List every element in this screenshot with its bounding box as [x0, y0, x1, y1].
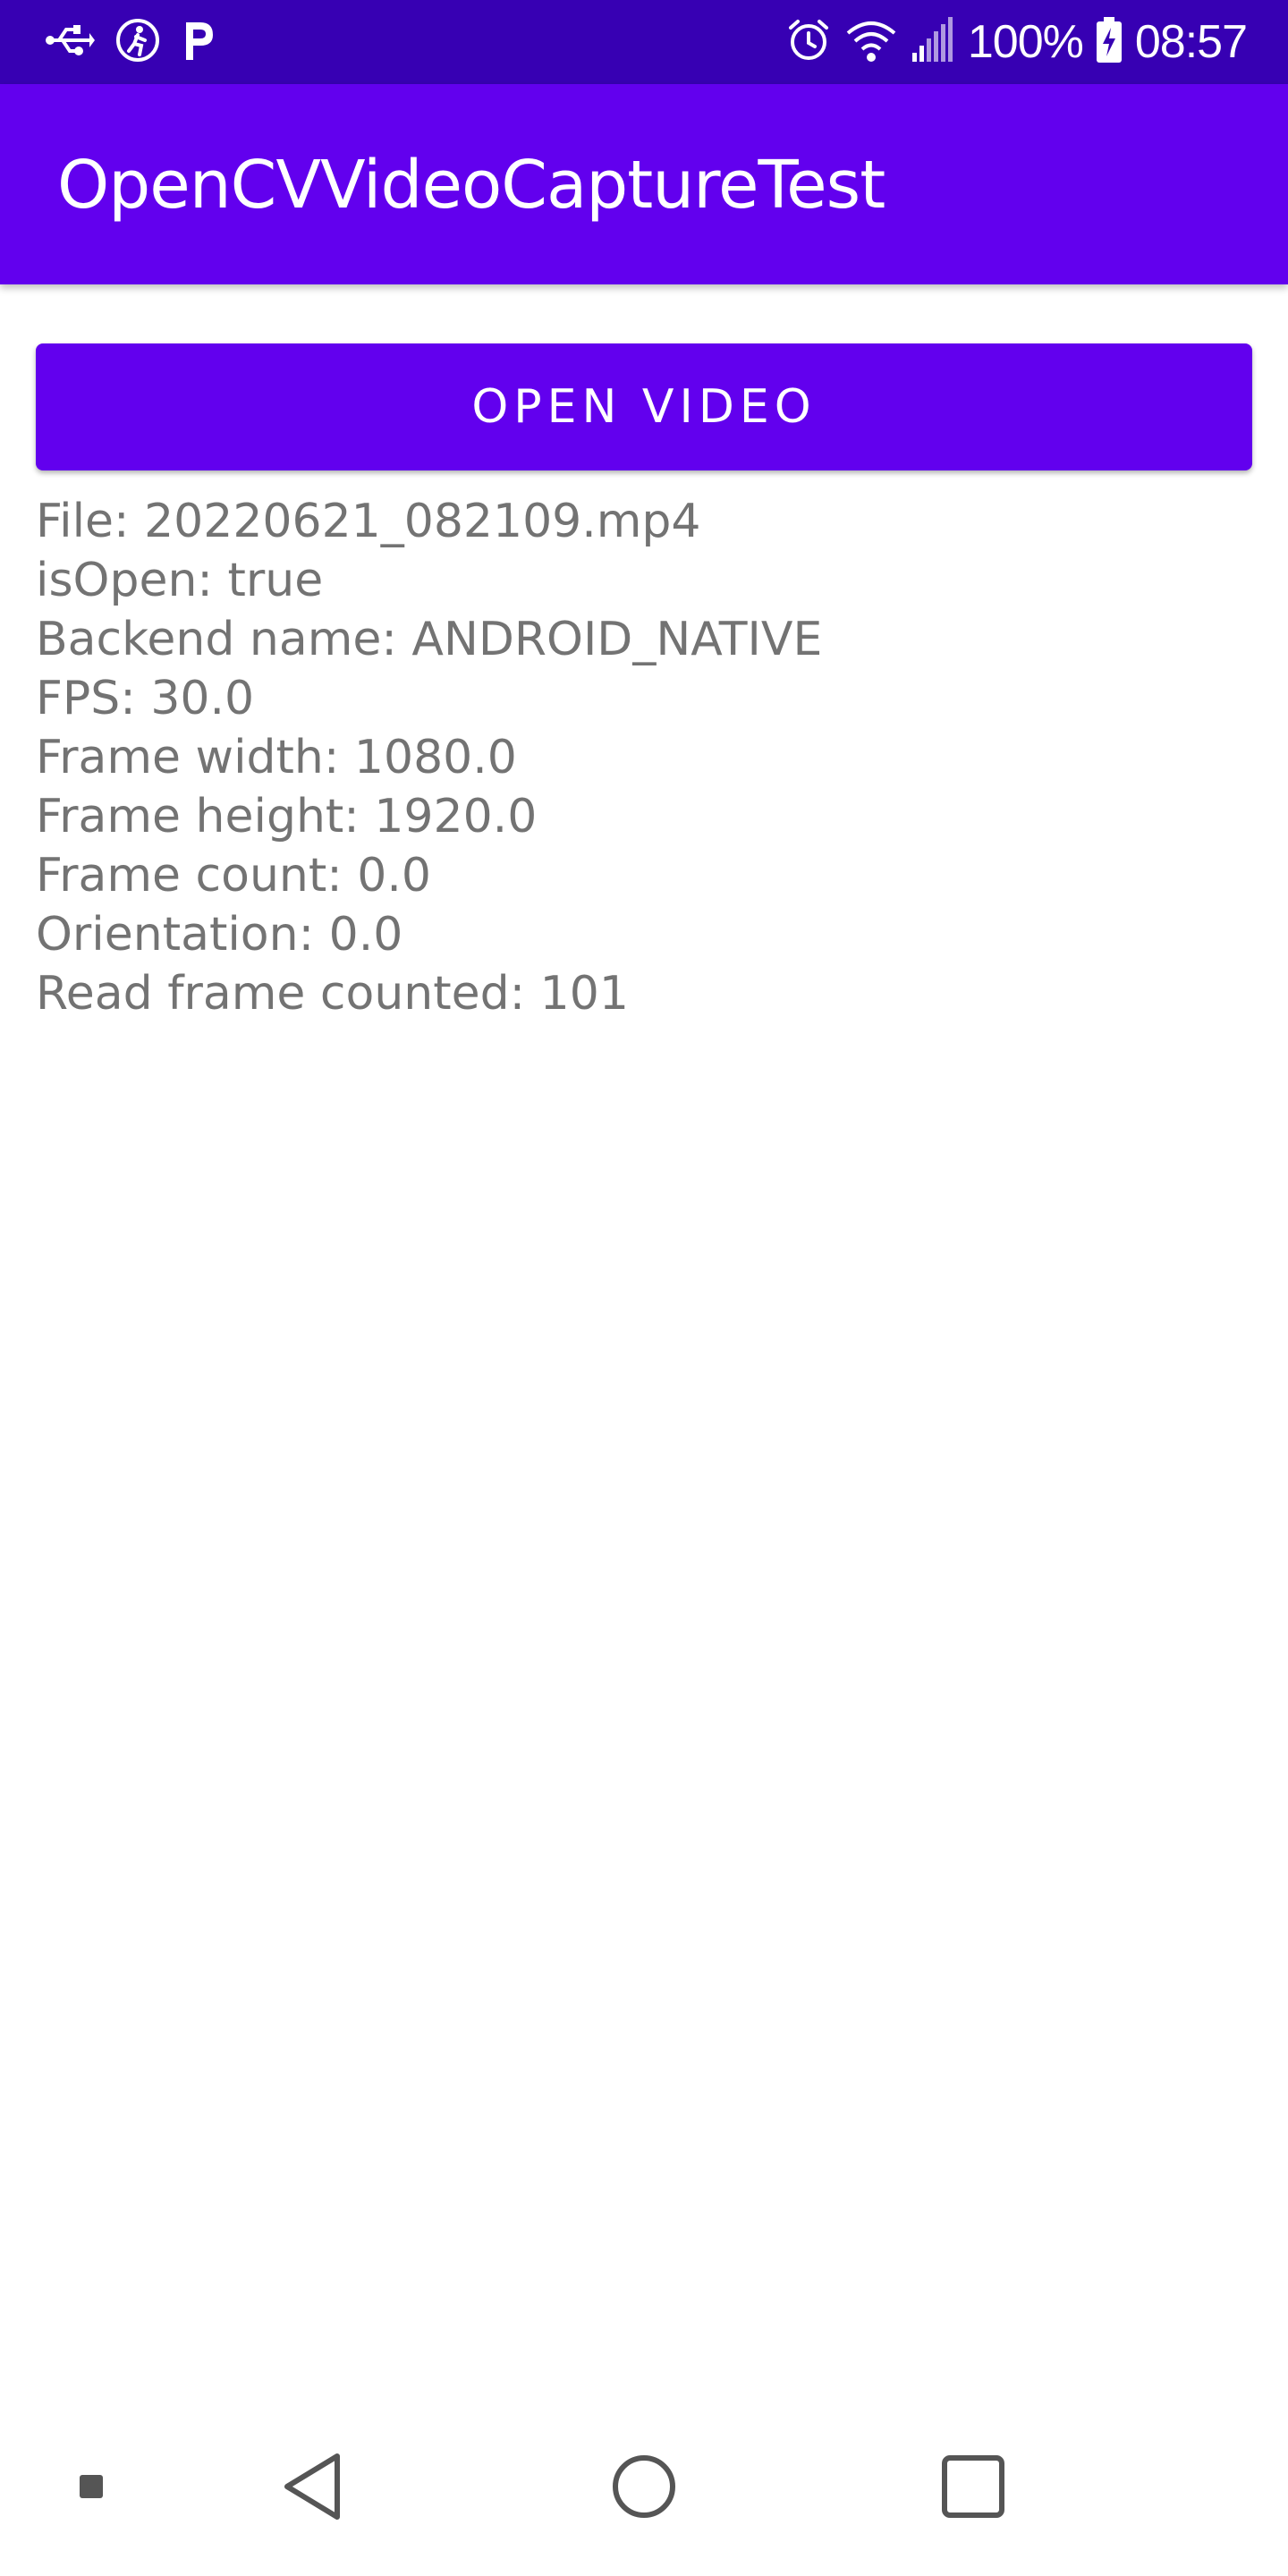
- recents-icon[interactable]: [928, 2442, 1018, 2531]
- wifi-icon: [844, 17, 898, 68]
- app-title: OpenCVVideoCaptureTest: [57, 147, 886, 224]
- info-read-frame-counted: Read frame counted: 101: [36, 967, 629, 1021]
- clock: 08:57: [1134, 16, 1248, 68]
- battery-percent: 100%: [967, 16, 1084, 68]
- battery-charging-icon: [1096, 16, 1123, 68]
- info-frame-height: Frame height: 1920.0: [36, 790, 538, 843]
- open-video-button[interactable]: OPEN VIDEO: [36, 343, 1252, 470]
- navigation-bar: [0, 2397, 1288, 2576]
- status-bar: 100% 08:57: [0, 0, 1288, 84]
- accessibility-icon: [114, 17, 161, 68]
- info-frame-width: Frame width: 1080.0: [36, 731, 517, 784]
- status-icons-left: [45, 0, 216, 84]
- info-fps: FPS: 30.0: [36, 672, 255, 725]
- back-icon[interactable]: [268, 2442, 358, 2531]
- app-bar: OpenCVVideoCaptureTest: [0, 84, 1288, 284]
- alarm-icon: [785, 17, 832, 68]
- info-frame-count: Frame count: 0.0: [36, 849, 431, 902]
- info-file: File: 20220621_082109.mp4: [36, 495, 701, 548]
- parking-icon: [181, 17, 216, 68]
- info-backend-name: Backend name: ANDROID_NATIVE: [36, 613, 823, 666]
- menu-dot-icon[interactable]: [64, 2460, 118, 2513]
- info-orientation: Orientation: 0.0: [36, 908, 403, 962]
- usb-icon: [45, 22, 95, 63]
- signal-icon: [911, 16, 955, 68]
- video-info: File: 20220621_082109.mp4 isOpen: true B…: [36, 492, 822, 1023]
- info-is-open: isOpen: true: [36, 554, 324, 607]
- home-icon[interactable]: [599, 2442, 689, 2531]
- status-icons-right: 100% 08:57: [785, 0, 1248, 84]
